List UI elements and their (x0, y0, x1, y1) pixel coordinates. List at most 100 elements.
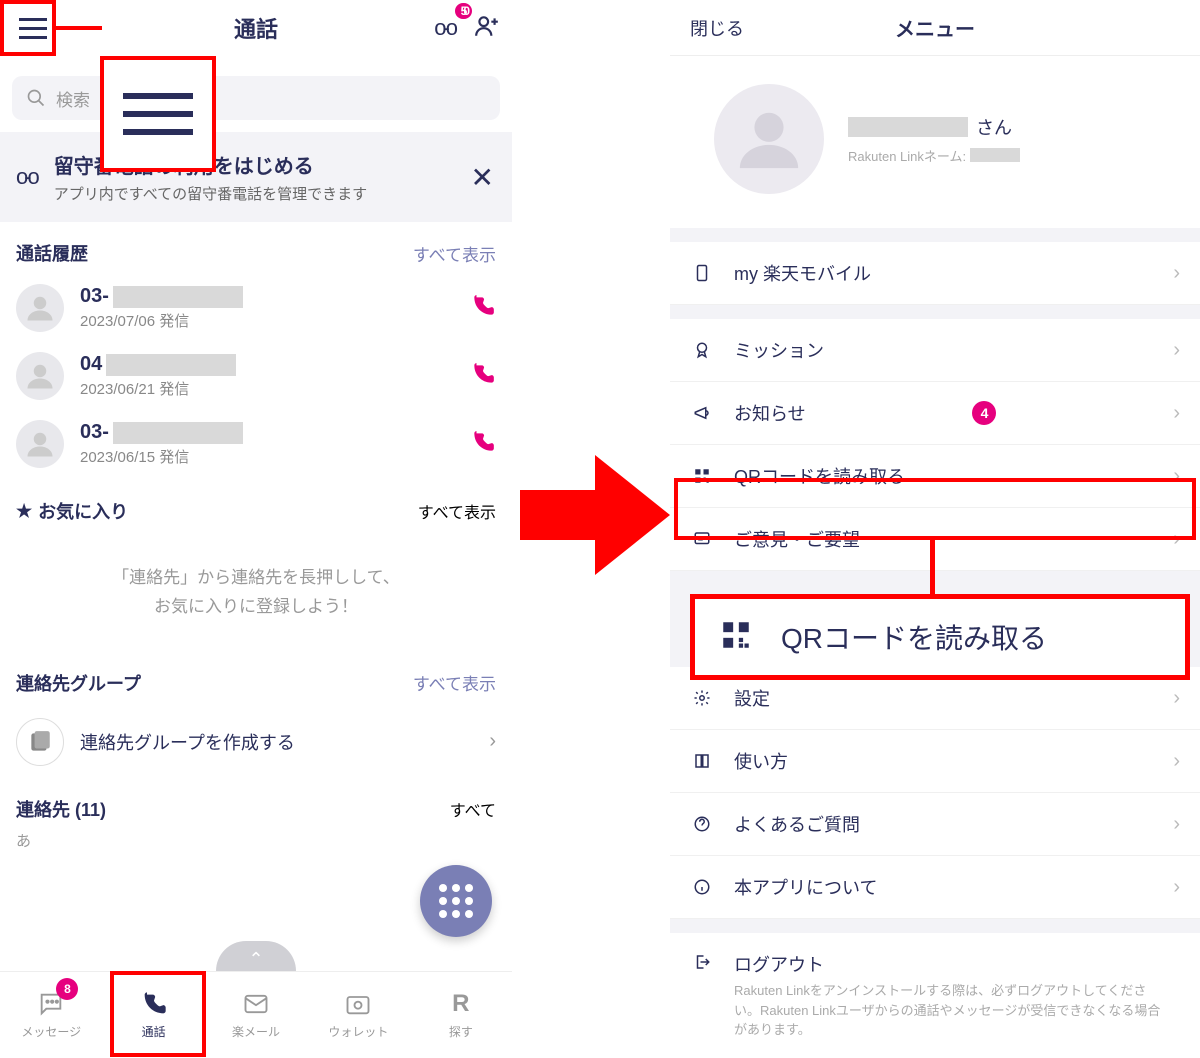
avatar (16, 284, 64, 332)
logout-icon (690, 953, 714, 971)
menu-news[interactable]: お知らせ 4 › (670, 382, 1200, 445)
menu-my-rakuten[interactable]: my 楽天モバイル › (670, 242, 1200, 305)
menu-about[interactable]: 本アプリについて › (670, 856, 1200, 919)
menu-label: my 楽天モバイル (734, 260, 871, 286)
avatar (16, 352, 64, 400)
voicemail-icon[interactable]: o-o 50 (434, 15, 454, 41)
menu-header: 閉じる メニュー (670, 0, 1200, 56)
call-history-label: 通話履歴 (16, 240, 88, 266)
create-group-row[interactable]: 連絡先グループを作成する › (0, 704, 512, 780)
voicemail-banner[interactable]: o-o 留守番電話の利用をはじめる アプリ内ですべての留守番電話を管理できます … (0, 132, 512, 222)
news-badge: 4 (972, 401, 996, 425)
chevron-right-icon: › (1173, 402, 1180, 425)
redacted-name (848, 117, 968, 137)
menu-faq[interactable]: よくあるご質問 › (670, 793, 1200, 856)
info-icon (690, 878, 714, 896)
show-all-contacts[interactable]: すべて (450, 797, 496, 821)
show-all-favorites[interactable]: すべて表示 (418, 499, 496, 523)
highlight-tab-call (110, 971, 206, 1057)
tab-bar: メッセージ 8 通話 楽メール ウォレット R 探す (0, 971, 512, 1057)
avatar (16, 420, 64, 468)
logout-description: Rakuten Linkをアンインストールする際は、必ずログアウトしてください。… (734, 981, 1164, 1040)
call-button[interactable] (470, 361, 496, 392)
call-button[interactable] (470, 429, 496, 460)
help-icon (690, 815, 714, 833)
call-history-row[interactable]: 04 2023/06/21 発信 (0, 342, 512, 410)
tab-wallet-label: ウォレット (328, 1023, 388, 1040)
arrow-icon (520, 450, 670, 580)
call-date: 2023/06/15 発信 (80, 446, 243, 467)
call-history-row[interactable]: 03- 2023/07/06 発信 (0, 274, 512, 342)
mail-icon (242, 989, 270, 1019)
menu-label: ミッション (734, 337, 824, 363)
tab-mail[interactable]: 楽メール (205, 972, 307, 1057)
call-screen: 通話 o-o 50 検索 o-o 留守番電話の利用をはじめる アプリ内ですべての… (0, 0, 512, 1057)
separator (670, 305, 1200, 319)
qr-callout: QRコードを読み取る (690, 594, 1190, 680)
chevron-right-icon: › (1173, 262, 1180, 285)
menu-label: お知らせ (734, 400, 806, 426)
groups-label: 連絡先グループ (16, 670, 141, 696)
menu-logout[interactable]: ログアウト Rakuten Linkをアンインストールする際は、必ずログアウトし… (670, 933, 1200, 1058)
rakuten-icon: R (452, 989, 469, 1019)
search-placeholder: 検索 (56, 86, 90, 111)
phone-prefix: 03- (80, 285, 109, 308)
close-icon[interactable]: ✕ (471, 161, 494, 194)
separator (670, 919, 1200, 933)
show-all-history[interactable]: すべて表示 (413, 241, 496, 266)
search-input[interactable]: 検索 (12, 76, 500, 120)
profile-section[interactable]: さん Rakuten Linkネーム: (670, 56, 1200, 228)
redacted-number (113, 286, 243, 308)
name-suffix: さん (976, 114, 1012, 140)
close-button[interactable]: 閉じる (690, 15, 744, 41)
message-badge: 8 (56, 978, 78, 1000)
menu-label: 設定 (734, 685, 770, 711)
group-icon (16, 718, 64, 766)
highlight-qr-item (674, 478, 1196, 540)
separator (670, 228, 1200, 242)
qr-icon-large (719, 618, 753, 657)
chevron-up-icon: ⌃ (248, 949, 263, 970)
call-history-row[interactable]: 03- 2023/06/15 発信 (0, 410, 512, 478)
groups-header: 連絡先グループ すべて表示 (0, 652, 512, 704)
redacted-number (106, 354, 236, 376)
dialpad-fab[interactable] (420, 865, 492, 937)
profile-avatar (714, 84, 824, 194)
highlight-connector (52, 26, 102, 30)
tab-search[interactable]: R 探す (410, 972, 512, 1057)
tab-wallet[interactable]: ウォレット (307, 972, 409, 1057)
voicemail-banner-icon: o-o (16, 164, 36, 190)
voicemail-badge: 50 (455, 3, 472, 19)
menu-mission[interactable]: ミッション › (670, 319, 1200, 382)
menu-label: 使い方 (734, 748, 788, 774)
call-date: 2023/06/21 発信 (80, 378, 236, 399)
drawer-handle[interactable]: ⌃ (216, 941, 296, 971)
redacted-number (113, 422, 243, 444)
profile-sub-prefix: Rakuten Linkネーム: (848, 146, 966, 165)
show-all-groups[interactable]: すべて表示 (413, 670, 496, 695)
banner-subtitle: アプリ内ですべての留守番電話を管理できます (54, 183, 367, 204)
call-history-header: 通話履歴 すべて表示 (0, 222, 512, 274)
call-date: 2023/07/06 発信 (80, 310, 243, 331)
screen-title: 通話 (234, 12, 278, 44)
kana-section: あ (0, 826, 512, 855)
phone-outline-icon (690, 264, 714, 282)
menu-howto[interactable]: 使い方 › (670, 730, 1200, 793)
tab-message-label: メッセージ (21, 1023, 81, 1040)
dialpad-icon (439, 884, 473, 918)
qr-callout-label: QRコードを読み取る (781, 617, 1047, 657)
menu-label: よくあるご質問 (734, 811, 860, 837)
tab-search-label: 探す (449, 1023, 473, 1040)
favorites-empty: 「連絡先」から連絡先を長押しして、 お気に入りに登録しよう！ (0, 534, 512, 652)
tab-mail-label: 楽メール (232, 1023, 280, 1040)
chevron-right-icon: › (1173, 687, 1180, 710)
highlight-menu-small (0, 0, 56, 56)
call-button[interactable] (470, 293, 496, 324)
chevron-right-icon: › (1173, 750, 1180, 773)
chevron-right-icon: › (1173, 813, 1180, 836)
phone-prefix: 04 (80, 353, 102, 376)
tab-message[interactable]: メッセージ 8 (0, 972, 102, 1057)
menu-label: 本アプリについて (734, 874, 877, 900)
megaphone-icon (690, 404, 714, 422)
add-contact-icon[interactable] (474, 13, 500, 44)
